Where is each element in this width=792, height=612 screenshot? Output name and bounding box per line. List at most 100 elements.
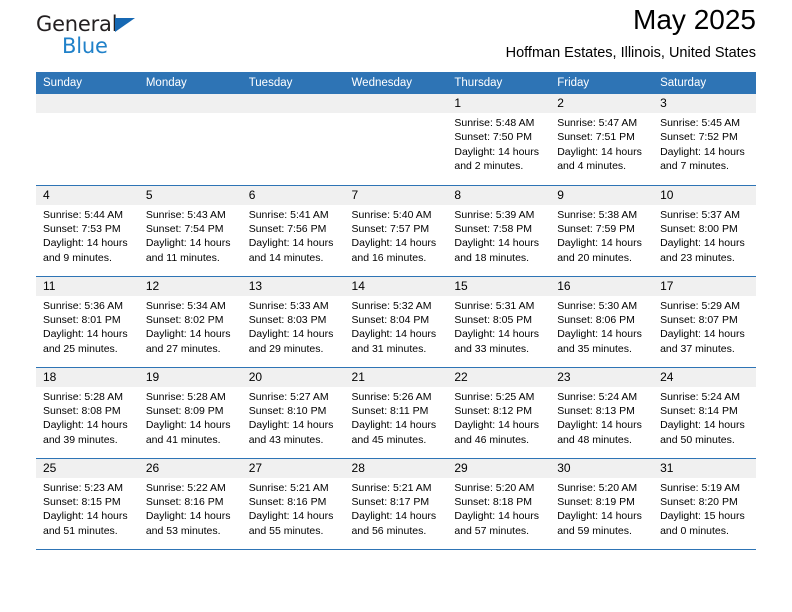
daylight-text-line2: and 39 minutes. xyxy=(43,433,118,446)
day-sun-info: Sunrise: 5:20 AM Sunset: 8:19 PM Daylight:… xyxy=(550,478,653,539)
calendar-day-cell-empty xyxy=(344,94,448,186)
calendar-day-cell[interactable]: 30 Sunrise: 5:20 AM Sunset: 8:19 PM Dayligh… xyxy=(550,458,654,550)
daylight-text-line2: and 16 minutes. xyxy=(351,251,427,264)
calendar-day-cell[interactable]: 1 Sunrise: 5:48 AM Sunset: 7:50 PM Daylight… xyxy=(447,94,551,186)
sunset-text: Sunset: 8:09 PM xyxy=(145,404,224,417)
calendar-day-cell[interactable]: 8 Sunrise: 5:39 AM Sunset: 7:58 PM Daylight… xyxy=(447,185,551,277)
day-sun-info: Sunrise: 5:34 AM Sunset: 8:02 PM Daylight:… xyxy=(139,296,242,357)
calendar-day-cell[interactable]: 22 Sunrise: 5:25 AM Sunset: 8:12 PM Dayligh… xyxy=(447,367,551,459)
calendar-day-cell[interactable]: 12 Sunrise: 5:34 AM Sunset: 8:02 PM Dayligh… xyxy=(138,276,242,368)
page-header: General Blue May 2025 Hoffman Estates, I… xyxy=(36,0,756,72)
daylight-text-line1: Daylight: 14 hours xyxy=(351,237,437,250)
calendar-day-cell[interactable]: 26 Sunrise: 5:22 AM Sunset: 8:16 PM Dayligh… xyxy=(138,458,242,550)
weekday-header-saturday: Saturday xyxy=(653,72,756,94)
calendar-day-cell[interactable]: 15 Sunrise: 5:31 AM Sunset: 8:05 PM Dayligh… xyxy=(447,276,551,368)
day-number: 2 xyxy=(550,94,654,113)
day-number: 21 xyxy=(344,367,448,387)
daylight-text-line2: and 4 minutes. xyxy=(557,160,627,173)
calendar-day-cell[interactable]: 29 Sunrise: 5:20 AM Sunset: 8:18 PM Dayligh… xyxy=(447,458,551,550)
day-number: 1 xyxy=(447,94,551,113)
page-title: May 2025 xyxy=(633,4,756,35)
daylight-text-line2: and 2 minutes. xyxy=(454,160,524,173)
sunrise-text: Sunrise: 5:24 AM xyxy=(660,390,741,403)
sunrise-text: Sunrise: 5:32 AM xyxy=(351,299,432,312)
calendar-day-cell[interactable]: 31 Sunrise: 5:19 AM Sunset: 8:20 PM Dayligh… xyxy=(653,458,756,550)
day-number: 16 xyxy=(550,276,654,296)
day-sun-info: Sunrise: 5:24 AM Sunset: 8:14 PM Daylight:… xyxy=(653,387,756,448)
daylight-text-line1: Daylight: 14 hours xyxy=(248,328,334,341)
day-sun-info: Sunrise: 5:20 AM Sunset: 8:18 PM Daylight:… xyxy=(447,478,550,539)
sunset-text: Sunset: 8:18 PM xyxy=(454,495,533,508)
daylight-text-line1: Daylight: 14 hours xyxy=(351,328,437,341)
daylight-text-line2: and 51 minutes. xyxy=(43,524,118,537)
calendar-day-cell[interactable]: 4 Sunrise: 5:44 AM Sunset: 7:53 PM Daylight… xyxy=(36,185,139,277)
day-sun-info: Sunrise: 5:38 AM Sunset: 7:59 PM Daylight:… xyxy=(550,205,653,266)
calendar-day-cell[interactable]: 11 Sunrise: 5:36 AM Sunset: 8:01 PM Dayligh… xyxy=(36,276,139,368)
sunrise-text: Sunrise: 5:47 AM xyxy=(557,117,638,129)
daylight-text-line2: and 53 minutes. xyxy=(145,524,221,537)
calendar-day-cell[interactable]: 14 Sunrise: 5:32 AM Sunset: 8:04 PM Dayligh… xyxy=(344,276,448,368)
day-sun-info: Sunrise: 5:44 AM Sunset: 7:53 PM Daylight:… xyxy=(36,205,139,266)
generalblue-logo[interactable]: General Blue xyxy=(36,0,136,57)
weekday-header-thursday: Thursday xyxy=(447,72,551,94)
day-sun-info: Sunrise: 5:25 AM Sunset: 8:12 PM Daylight:… xyxy=(447,387,550,448)
calendar-day-cell[interactable]: 2 Sunrise: 5:47 AM Sunset: 7:51 PM Daylight… xyxy=(550,94,654,186)
calendar-day-cell[interactable]: 9 Sunrise: 5:38 AM Sunset: 7:59 PM Daylight… xyxy=(550,185,654,277)
calendar-day-cell[interactable]: 17 Sunrise: 5:29 AM Sunset: 8:07 PM Dayligh… xyxy=(653,276,756,368)
day-number: 13 xyxy=(241,276,345,296)
title-block: May 2025 Hoffman Estates, Illinois, Unit… xyxy=(506,0,756,61)
day-sun-info: Sunrise: 5:45 AM Sunset: 7:52 PM Daylight:… xyxy=(653,113,756,174)
day-sun-info: Sunrise: 5:39 AM Sunset: 7:58 PM Daylight:… xyxy=(447,205,550,266)
calendar-day-cell[interactable]: 23 Sunrise: 5:24 AM Sunset: 8:13 PM Dayligh… xyxy=(550,367,654,459)
calendar-day-cell[interactable]: 5 Sunrise: 5:43 AM Sunset: 7:54 PM Daylight… xyxy=(138,185,242,277)
calendar-day-cell[interactable]: 10 Sunrise: 5:37 AM Sunset: 8:00 PM Dayligh… xyxy=(653,185,756,277)
calendar-day-cell[interactable]: 24 Sunrise: 5:24 AM Sunset: 8:14 PM Dayligh… xyxy=(653,367,756,459)
calendar-day-cell[interactable]: 3 Sunrise: 5:45 AM Sunset: 7:52 PM Daylight… xyxy=(653,94,756,186)
calendar-day-cell[interactable]: 16 Sunrise: 5:30 AM Sunset: 8:06 PM Dayligh… xyxy=(550,276,654,368)
day-number: 31 xyxy=(653,458,756,478)
weekday-header-row: Sunday Monday Tuesday Wednesday Thursday… xyxy=(36,72,756,94)
sunset-text: Sunset: 8:03 PM xyxy=(248,313,327,326)
calendar-day-cell[interactable]: 13 Sunrise: 5:33 AM Sunset: 8:03 PM Dayligh… xyxy=(241,276,345,368)
day-sun-info: Sunrise: 5:28 AM Sunset: 8:09 PM Daylight:… xyxy=(139,387,242,448)
calendar-week-row: 1 Sunrise: 5:48 AM Sunset: 7:50 PM Daylight… xyxy=(36,94,756,186)
daylight-text-line2: and 27 minutes. xyxy=(145,342,221,355)
calendar-day-cell[interactable]: 20 Sunrise: 5:27 AM Sunset: 8:10 PM Dayligh… xyxy=(241,367,345,459)
sunrise-text: Sunrise: 5:45 AM xyxy=(660,117,741,129)
day-number: 23 xyxy=(550,367,654,387)
daylight-text-line2: and 50 minutes. xyxy=(660,433,735,446)
daylight-text-line2: and 45 minutes. xyxy=(351,433,427,446)
daylight-text-line1: Daylight: 14 hours xyxy=(557,145,642,158)
daylight-text-line1: Daylight: 14 hours xyxy=(660,237,745,250)
day-number: 26 xyxy=(138,458,242,478)
sunrise-text: Sunrise: 5:28 AM xyxy=(43,390,123,403)
calendar-day-cell[interactable]: 18 Sunrise: 5:28 AM Sunset: 8:08 PM Dayligh… xyxy=(36,367,139,459)
daylight-text-line2: and 29 minutes. xyxy=(248,342,324,355)
sunrise-text: Sunrise: 5:29 AM xyxy=(660,299,741,312)
day-number: 25 xyxy=(36,458,139,478)
day-sun-info: Sunrise: 5:19 AM Sunset: 8:20 PM Daylight:… xyxy=(653,478,756,539)
daylight-text-line2: and 25 minutes. xyxy=(43,342,118,355)
sunset-text: Sunset: 8:08 PM xyxy=(43,404,121,417)
sunset-text: Sunset: 7:50 PM xyxy=(454,131,533,144)
day-number: 8 xyxy=(447,185,551,205)
calendar-day-cell[interactable]: 21 Sunrise: 5:26 AM Sunset: 8:11 PM Dayligh… xyxy=(344,367,448,459)
day-sun-info: Sunrise: 5:30 AM Sunset: 8:06 PM Daylight:… xyxy=(550,296,653,357)
calendar-day-cell[interactable]: 28 Sunrise: 5:21 AM Sunset: 8:17 PM Dayligh… xyxy=(344,458,448,550)
calendar-day-cell[interactable]: 7 Sunrise: 5:40 AM Sunset: 7:57 PM Daylight… xyxy=(344,185,448,277)
calendar-day-cell[interactable]: 19 Sunrise: 5:28 AM Sunset: 8:09 PM Dayligh… xyxy=(138,367,242,459)
daylight-text-line1: Daylight: 14 hours xyxy=(43,237,128,250)
calendar-day-cell[interactable]: 25 Sunrise: 5:23 AM Sunset: 8:15 PM Dayligh… xyxy=(36,458,139,550)
sunset-text: Sunset: 8:15 PM xyxy=(43,495,121,508)
sunset-text: Sunset: 7:54 PM xyxy=(145,222,224,235)
daylight-text-line1: Daylight: 14 hours xyxy=(43,510,128,523)
day-sun-info: Sunrise: 5:22 AM Sunset: 8:16 PM Daylight:… xyxy=(139,478,242,539)
daylight-text-line2: and 48 minutes. xyxy=(557,433,632,446)
day-number-band xyxy=(138,94,242,113)
day-number: 27 xyxy=(241,458,345,478)
sunset-text: Sunset: 8:16 PM xyxy=(145,495,224,508)
daylight-text-line2: and 35 minutes. xyxy=(557,342,632,355)
calendar-day-cell[interactable]: 6 Sunrise: 5:41 AM Sunset: 7:56 PM Daylight… xyxy=(241,185,345,277)
sunset-text: Sunset: 7:57 PM xyxy=(351,222,430,235)
calendar-day-cell[interactable]: 27 Sunrise: 5:21 AM Sunset: 8:16 PM Dayligh… xyxy=(241,458,345,550)
